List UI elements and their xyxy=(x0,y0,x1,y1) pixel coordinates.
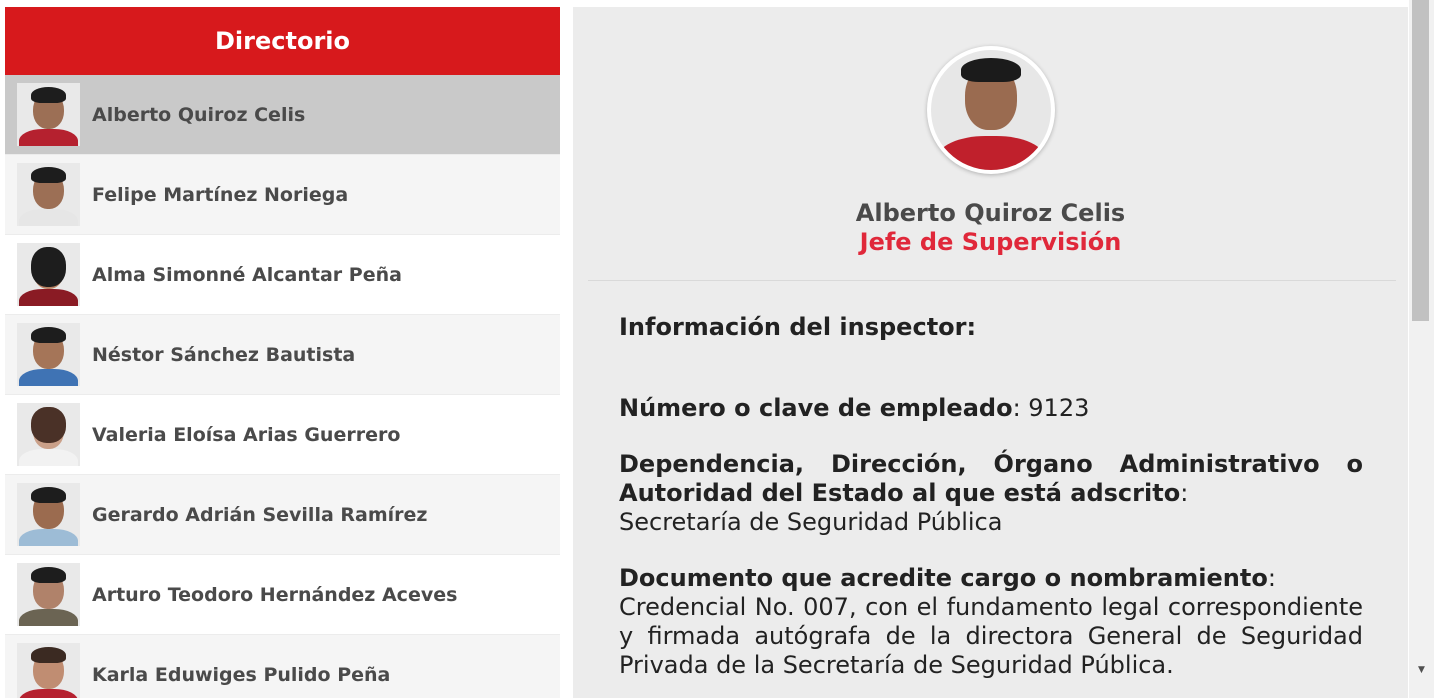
directory-item-name: Gerardo Adrián Sevilla Ramírez xyxy=(92,503,428,526)
directory-item-name: Valeria Eloísa Arias Guerrero xyxy=(92,423,401,446)
profile-photo xyxy=(927,46,1055,174)
directory-item-name: Karla Eduwiges Pulido Peña xyxy=(92,663,391,686)
directory-title: Directorio xyxy=(5,7,560,75)
field-document: Documento que acredite cargo o nombramie… xyxy=(619,564,1363,679)
divider xyxy=(588,280,1396,281)
directory-item[interactable]: Arturo Teodoro Hernández Aceves xyxy=(5,555,560,635)
inspector-role: Jefe de Supervisión xyxy=(859,228,1122,256)
directory-item-name: Alma Simonné Alcantar Peña xyxy=(92,263,402,286)
avatar xyxy=(17,563,80,626)
directory-item-name: Néstor Sánchez Bautista xyxy=(92,343,356,366)
field-label: Documento que acredite cargo o nombramie… xyxy=(619,564,1268,592)
directory-panel: Directorio Alberto Quiroz Celis Felipe M… xyxy=(5,7,560,698)
field-label: Dependencia, Dirección, Órgano Administr… xyxy=(619,450,1363,507)
directory-item[interactable]: Karla Eduwiges Pulido Peña xyxy=(5,635,560,698)
directory-item-name: Alberto Quiroz Celis xyxy=(92,103,306,126)
scrollbar[interactable]: ▼ xyxy=(1409,0,1434,698)
directory-item[interactable]: Valeria Eloísa Arias Guerrero xyxy=(5,395,560,475)
directory-item-name: Felipe Martínez Noriega xyxy=(92,183,349,206)
directory-item-name: Arturo Teodoro Hernández Aceves xyxy=(92,583,458,606)
avatar xyxy=(17,643,80,698)
field-department: Dependencia, Dirección, Órgano Administr… xyxy=(619,450,1363,536)
inspector-name: Alberto Quiroz Celis xyxy=(855,199,1126,227)
directory-item[interactable]: Felipe Martínez Noriega xyxy=(5,155,560,235)
scroll-down-icon[interactable]: ▼ xyxy=(1409,660,1434,680)
field-employee-number: Número o clave de empleado: 9123 xyxy=(619,394,1090,422)
directory-item[interactable]: Gerardo Adrián Sevilla Ramírez xyxy=(5,475,560,555)
avatar xyxy=(17,323,80,386)
avatar xyxy=(17,483,80,546)
avatar xyxy=(17,243,80,306)
info-title: Información del inspector: xyxy=(619,313,977,341)
avatar xyxy=(17,163,80,226)
avatar xyxy=(17,403,80,466)
inspector-detail-panel: Alberto Quiroz Celis Jefe de Supervisión… xyxy=(573,7,1408,698)
directory-item[interactable]: Alma Simonné Alcantar Peña xyxy=(5,235,560,315)
field-value: Credencial No. 007, con el fundamento le… xyxy=(619,593,1363,679)
directory-item[interactable]: Néstor Sánchez Bautista xyxy=(5,315,560,395)
field-value: Secretaría de Seguridad Pública xyxy=(619,508,1003,536)
inspector-info: Información del inspector: Número o clav… xyxy=(619,313,1363,698)
field-value: 9123 xyxy=(1020,394,1090,422)
field-label: Número o clave de empleado xyxy=(619,394,1013,422)
avatar xyxy=(17,83,80,146)
directory-item[interactable]: Alberto Quiroz Celis xyxy=(5,75,560,155)
scrollbar-thumb[interactable] xyxy=(1412,0,1429,321)
